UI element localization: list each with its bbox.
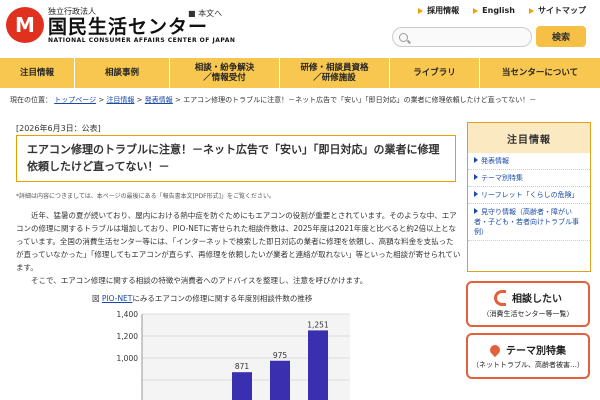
breadcrumb-prefix: 現在の位置： xyxy=(10,96,52,104)
article-body: 近年、猛暑の夏が続いており、屋内における熱中症を防ぐためにもエアコンの役割が重要… xyxy=(16,211,461,272)
search-input[interactable] xyxy=(392,27,532,47)
bar-value-label: 975 xyxy=(273,351,288,360)
logo-english: NATIONAL CONSUMER AFFAIRS CENTER OF JAPA… xyxy=(48,37,236,44)
y-tick-label: 1,200 xyxy=(117,332,139,341)
nav-item-featured[interactable]: 注目情報 xyxy=(0,58,75,88)
skip-to-content-link[interactable]: ■ 本文へ xyxy=(188,8,222,19)
logo-title: 国民生活センター xyxy=(48,16,209,38)
arrow-icon xyxy=(474,174,478,180)
arrow-icon xyxy=(529,7,534,14)
site-header: M 独立行政法人 国民生活センター NATIONAL CONSUMER AFFA… xyxy=(0,0,600,58)
nav-item-label: ライブラリ xyxy=(413,68,456,78)
english-link[interactable]: English xyxy=(473,5,515,16)
publish-date: [2026年6月3日：公表] xyxy=(16,124,101,133)
figure-prefix: 図 xyxy=(92,294,100,303)
top-links: 採用情報 English サイトマップ xyxy=(418,5,586,16)
global-nav: 注目情報 相談事例 相談・紛争解決 ／情報受付 研修・相談員資格 ／研修施設 ラ… xyxy=(0,58,600,88)
bar xyxy=(232,372,252,400)
breadcrumb-press[interactable]: 発表情報 xyxy=(145,96,173,104)
nav-item-library[interactable]: ライブラリ xyxy=(390,58,480,88)
bar xyxy=(270,360,290,400)
pio-net-link[interactable]: PIO-NET xyxy=(102,294,132,303)
consult-title: 相談したい xyxy=(494,289,562,306)
sitemap-link-label: サイトマップ xyxy=(538,6,586,15)
breadcrumb: 現在の位置： トップページ > 注目情報 > 発表情報 > エアコン修理のトラブ… xyxy=(10,96,537,104)
recruit-link[interactable]: 採用情報 xyxy=(418,5,459,16)
english-link-label: English xyxy=(482,6,515,15)
article-body-summary: そこで、エアコン修理に関する相談の特徴や消費者へのアドバイスを整理し、注意を呼び… xyxy=(31,276,368,285)
nav-item-about[interactable]: 当センターについて xyxy=(480,58,600,88)
bar-value-label: 1,251 xyxy=(307,320,329,329)
nav-item-label: 相談事例 xyxy=(104,68,139,78)
consult-title-text: 相談したい xyxy=(512,294,562,305)
nav-item-label: 注目情報 xyxy=(19,68,54,78)
nav-item-consultation[interactable]: 相談・紛争解決 ／情報受付 xyxy=(170,58,280,88)
y-tick-label: 1,400 xyxy=(117,310,139,319)
arrow-icon xyxy=(473,7,479,14)
arrow-icon xyxy=(474,157,478,163)
featured-sidebar: 注目情報 発表情報 テーマ別特集 リーフレット「くらしの危険」 見守り情報（高齢… xyxy=(467,122,591,272)
sidebar-item-mimamori[interactable]: 見守り情報（高齢者・障がい者・子ども・若者向けトラブル事例） xyxy=(468,204,590,241)
sidebar-item-label: 発表情報 xyxy=(481,157,509,165)
breadcrumb-current: エアコン修理のトラブルに注意！－ネット広告で「安い」「即日対応」の業者に修理依頼… xyxy=(183,96,537,104)
nav-item-cases[interactable]: 相談事例 xyxy=(75,58,170,88)
sidebar-item-leaflet[interactable]: リーフレット「くらしの危険」 xyxy=(468,187,590,204)
sidebar-item-press[interactable]: 発表情報 xyxy=(468,153,590,170)
nav-item-label: 相談・紛争解決 ／情報受付 xyxy=(194,63,255,83)
logo-mark-icon: M xyxy=(6,7,44,43)
pin-icon xyxy=(487,342,503,357)
bar xyxy=(308,330,328,400)
detail-note: *詳細は内容につきましては、本ページの最後にある「報告書本文[PDF形式]」をご… xyxy=(16,193,275,200)
nav-item-training[interactable]: 研修・相談員資格 ／研修施設 xyxy=(280,58,390,88)
sidebar-item-themes[interactable]: テーマ別特集 xyxy=(468,170,590,187)
consult-button[interactable]: 相談したい （消費生活センター等一覧） xyxy=(466,281,590,327)
theme-subtitle: （ネットトラブル、高齢者被害…） xyxy=(472,361,584,369)
sidebar-item-label: リーフレット「くらしの危険」 xyxy=(481,191,579,199)
nav-item-label: 当センターについて xyxy=(501,68,579,78)
sidebar-heading: 注目情報 xyxy=(468,123,590,153)
search-icon xyxy=(399,32,408,42)
page-title: エアコン修理のトラブルに注意！－ネット広告で「安い」「即日対応」の業者に修理依頼… xyxy=(16,135,456,182)
sidebar-item-label: テーマ別特集 xyxy=(481,174,523,182)
phone-icon xyxy=(494,289,506,306)
arrow-icon xyxy=(418,7,424,14)
bar-value-label: 871 xyxy=(235,362,250,371)
theme-title-text: テーマ別特集 xyxy=(506,346,566,357)
consultation-count-chart: 1,400 1,200 1,000 871 975 1,251 xyxy=(117,310,350,400)
arrow-icon xyxy=(474,191,478,197)
search-button[interactable]: 検索 xyxy=(536,26,586,47)
recruit-link-label: 採用情報 xyxy=(427,6,460,15)
nav-item-label: 研修・相談員資格 ／研修施設 xyxy=(300,63,369,83)
breadcrumb-featured[interactable]: 注目情報 xyxy=(106,96,134,104)
theme-title: テーマ別特集 xyxy=(487,342,566,357)
arrow-icon xyxy=(474,208,478,214)
consult-subtitle: （消費生活センター等一覧） xyxy=(482,309,574,318)
sitemap-link[interactable]: サイトマップ xyxy=(529,5,586,16)
breadcrumb-home[interactable]: トップページ xyxy=(54,96,96,104)
sidebar-item-label: 見守り情報（高齢者・障がい者・子ども・若者向けトラブル事例） xyxy=(474,208,579,236)
theme-feature-button[interactable]: テーマ別特集 （ネットトラブル、高齢者被害…） xyxy=(466,333,590,379)
figure-caption-text: にみるエアコンの修理に関する年度別相談件数の推移 xyxy=(132,294,313,303)
figure-caption: 図 PIO-NETにみるエアコンの修理に関する年度別相談件数の推移 xyxy=(92,293,312,304)
y-tick-label: 1,000 xyxy=(117,354,139,363)
